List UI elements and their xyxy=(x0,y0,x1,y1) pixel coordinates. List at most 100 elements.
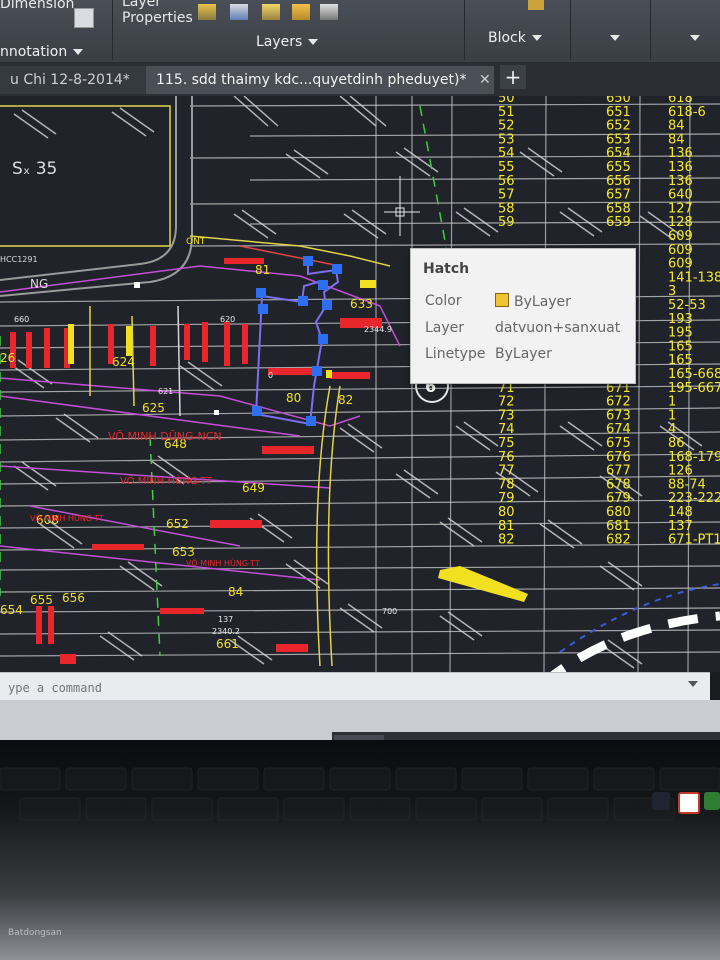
parcel-660: 660 xyxy=(14,315,29,324)
road-outline xyxy=(0,96,193,297)
chevron-down-icon xyxy=(73,49,84,55)
panel-expand-button[interactable] xyxy=(604,30,620,46)
parcel-81: 81 xyxy=(255,263,270,277)
layer-lock-icon[interactable] xyxy=(292,4,310,20)
tab-cu-chi[interactable]: u Chi 12-8-2014* xyxy=(0,66,148,94)
table-cell: 675 xyxy=(606,436,631,451)
layer-walk-icon[interactable] xyxy=(320,4,338,20)
parcel-0: 0 xyxy=(268,371,273,380)
column-lines xyxy=(375,96,691,672)
table-cell: 86 xyxy=(668,436,685,451)
chevron-down-icon xyxy=(531,35,542,41)
table-cell: 195 xyxy=(668,326,693,341)
table-cell: 165-668-668 xyxy=(668,367,720,382)
color-value: ByLayer xyxy=(495,293,571,310)
pdf-app-icon[interactable] xyxy=(678,792,700,814)
point-marker xyxy=(214,410,219,415)
table-cell: 53 xyxy=(498,132,515,147)
table-cell: 148 xyxy=(668,505,693,520)
table-cell: 195-667-669 xyxy=(668,381,720,396)
table-cell: 672 xyxy=(606,395,631,410)
table-cell: 618-6 xyxy=(668,105,706,120)
table-cell: 676 xyxy=(606,450,631,465)
table-cell: 81 xyxy=(498,519,515,534)
layer-isolate-icon[interactable] xyxy=(230,4,248,20)
table-cell: 168-179-181 xyxy=(668,450,720,465)
table-cell: 57 xyxy=(498,188,515,203)
table-cell: 58 xyxy=(498,201,515,216)
table-cell: 658 xyxy=(606,201,631,216)
dashed-boundary xyxy=(550,611,720,672)
linetype-value: ByLayer xyxy=(495,346,552,362)
table-cell: 656 xyxy=(606,174,631,189)
table-cell: 74 xyxy=(498,422,515,437)
parcel-655: 655 xyxy=(30,593,53,607)
tooltip-title: Hatch xyxy=(423,261,470,277)
table-cell: 677 xyxy=(606,464,631,479)
table-cell: 56 xyxy=(498,174,515,189)
chevron-down-icon xyxy=(690,35,700,41)
table-cell: 674 xyxy=(606,422,631,437)
close-icon[interactable]: ✕ xyxy=(479,72,491,88)
owner-vo-minh-hung: VÕ MINH HÙNG-TT xyxy=(120,474,213,487)
autodesk-app-icon[interactable] xyxy=(652,792,670,810)
table-cell: 659 xyxy=(606,215,631,230)
layer-state-icon[interactable] xyxy=(198,4,216,20)
ribbon: Dimension Layer Properties nnotation Lay… xyxy=(0,0,720,63)
block-panel-title[interactable]: Block xyxy=(488,30,542,46)
table-cell: 223-222 xyxy=(668,491,720,506)
parcel-652: 652 xyxy=(166,517,189,531)
table-cell: 141-138-1 xyxy=(668,270,720,285)
parcel-649: 649 xyxy=(242,481,265,495)
ng-label: NG xyxy=(30,277,48,291)
table-cell: 681 xyxy=(606,519,631,534)
table-cell: 655 xyxy=(606,160,631,175)
keyboard-reflection xyxy=(0,767,720,821)
chevron-down-icon xyxy=(610,35,620,41)
ont-label: ONT xyxy=(186,237,206,247)
layer-freeze-icon[interactable] xyxy=(262,4,280,20)
table-icon[interactable] xyxy=(74,8,94,28)
tab-sdd-thaimy[interactable]: 115. sdd thaimy kdc...quyetdinh pheduyet… xyxy=(146,66,494,94)
new-tab-button[interactable]: + xyxy=(500,65,526,89)
parcel-661: 661 xyxy=(216,637,239,651)
table-cell: 78 xyxy=(498,477,515,492)
table-cell: 84 xyxy=(668,132,685,147)
table-cell: 678 xyxy=(606,477,631,492)
table-cell: 75 xyxy=(498,436,515,451)
drawing-canvas[interactable]: 81 633 80 82 625 624 648 649 608 652 653… xyxy=(0,96,720,672)
table-cell: 127 xyxy=(668,201,693,216)
command-input[interactable] xyxy=(6,677,650,699)
tab-label: u Chi 12-8-2014* xyxy=(10,72,130,88)
parcel-620: 620 xyxy=(220,315,235,324)
crosshair-cursor xyxy=(384,176,420,236)
area-2340: 2340.2 xyxy=(212,627,240,636)
table-cell: 54 xyxy=(498,146,515,161)
owner-vo-minh-hung-2: VÕ MINH HÙNG-TT xyxy=(30,512,104,523)
table-cell: 682 xyxy=(606,533,631,548)
document-tabs: u Chi 12-8-2014* 115. sdd thaimy kdc...q… xyxy=(0,62,720,96)
table-cell: 136 xyxy=(668,174,693,189)
chevron-down-icon[interactable] xyxy=(688,681,698,687)
table-cell: 652 xyxy=(606,119,631,134)
layers-panel-title[interactable]: Layers xyxy=(256,34,319,50)
table-cell: 72 xyxy=(498,395,515,410)
block-insert-icon[interactable] xyxy=(528,0,544,10)
panel-expand-button[interactable] xyxy=(684,30,700,46)
annotation-panel-title[interactable]: nnotation xyxy=(0,44,84,60)
color-swatch xyxy=(495,293,509,307)
parcel-656: 656 xyxy=(62,591,85,605)
app-icon[interactable] xyxy=(704,792,720,810)
table-cell: 77 xyxy=(498,464,515,479)
dimension-tool-label[interactable]: Dimension xyxy=(0,0,74,12)
table-cell: 59 xyxy=(498,215,515,230)
point-marker xyxy=(134,282,140,288)
parcel-137: 137 xyxy=(218,615,233,624)
ribbon-separator xyxy=(650,0,651,60)
layer-properties-button[interactable]: Layer Properties xyxy=(122,0,193,26)
linetype-label: Linetype xyxy=(425,346,486,362)
drawing-svg[interactable]: 81 633 80 82 625 624 648 649 608 652 653… xyxy=(0,96,720,672)
parcel-653: 653 xyxy=(172,545,195,559)
parcel-625: 625 xyxy=(142,401,165,415)
table-cell: 165 xyxy=(668,339,693,354)
